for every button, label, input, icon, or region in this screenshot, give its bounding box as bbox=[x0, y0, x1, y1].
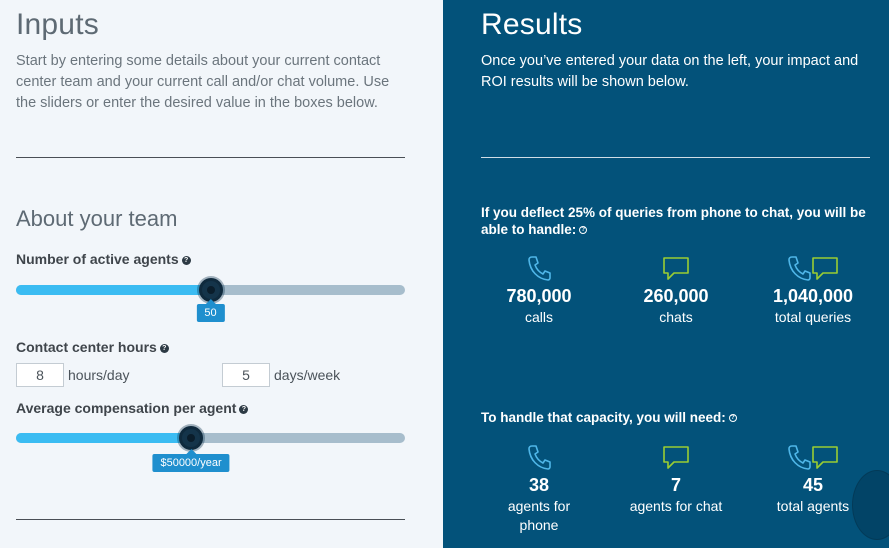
results-intro: Once you’ve entered your data on the lef… bbox=[481, 53, 859, 90]
total-queries-stat: 1,040,000 total queries bbox=[748, 254, 878, 327]
results-title: Results bbox=[481, 8, 583, 41]
divider bbox=[481, 157, 870, 158]
hours-per-day-input[interactable] bbox=[16, 363, 64, 387]
total-queries-caption: total queries bbox=[774, 309, 852, 325]
agents-slider-fill bbox=[16, 285, 211, 295]
chat-agents-caption: agents for chat bbox=[629, 498, 723, 514]
inputs-panel: Inputs Start by entering some details ab… bbox=[0, 0, 443, 548]
inputs-title: Inputs bbox=[16, 8, 99, 41]
compensation-label-text: Average compensation per agent bbox=[16, 400, 237, 416]
compensation-slider-handle[interactable] bbox=[179, 426, 204, 450]
help-icon[interactable]: ? bbox=[239, 404, 249, 414]
chat-agents-value: 7 bbox=[670, 475, 681, 495]
divider bbox=[16, 519, 405, 520]
phone-chat-icon bbox=[748, 254, 878, 282]
agents-value-tooltip: 50 bbox=[196, 299, 225, 322]
info-icon[interactable]: ? bbox=[579, 226, 588, 235]
compensation-slider-fill bbox=[16, 433, 192, 443]
calls-stat: 780,000 calls bbox=[474, 254, 604, 327]
chats-caption: chats bbox=[659, 309, 693, 325]
hours-label: Contact center hours? bbox=[16, 339, 169, 355]
compensation-value-tooltip: $50000/year bbox=[152, 449, 230, 472]
phone-icon bbox=[474, 443, 604, 471]
agents-slider[interactable] bbox=[16, 278, 405, 302]
chats-stat: 260,000 chats bbox=[611, 254, 741, 327]
phone-agents-caption: agents for phone bbox=[507, 498, 571, 533]
hours-per-day-unit: hours/day bbox=[68, 367, 130, 383]
agents-label: Number of active agents? bbox=[16, 251, 191, 267]
phone-icon bbox=[474, 254, 604, 282]
help-icon[interactable]: ? bbox=[181, 255, 191, 265]
calls-caption: calls bbox=[524, 309, 553, 325]
agents-label-text: Number of active agents bbox=[16, 251, 179, 267]
info-icon[interactable]: ? bbox=[728, 414, 737, 423]
days-per-week-unit: days/week bbox=[274, 367, 341, 383]
chat-icon bbox=[611, 254, 741, 282]
help-icon[interactable]: ? bbox=[159, 343, 169, 353]
phone-agents-value: 38 bbox=[528, 475, 550, 495]
about-team-heading: About your team bbox=[16, 206, 178, 231]
chat-agents-stat: 7 agents for chat bbox=[611, 443, 741, 516]
calls-value: 780,000 bbox=[506, 286, 572, 306]
results-panel: Results Once you’ve entered your data on… bbox=[443, 0, 889, 548]
phone-agents-stat: 38 agents for phone bbox=[474, 443, 604, 535]
compensation-label: Average compensation per agent? bbox=[16, 400, 249, 416]
capacity-heading-text: If you deflect 25% of queries from phone… bbox=[481, 205, 866, 237]
chats-value: 260,000 bbox=[643, 286, 709, 306]
total-queries-value: 1,040,000 bbox=[772, 286, 854, 306]
inputs-intro: Start by entering some details about you… bbox=[16, 53, 390, 111]
days-per-week-input[interactable] bbox=[222, 363, 270, 387]
capacity-heading: If you deflect 25% of queries from phone… bbox=[481, 204, 871, 238]
needs-heading: To handle that capacity, you will need:? bbox=[481, 409, 871, 426]
compensation-slider[interactable] bbox=[16, 426, 405, 450]
hours-label-text: Contact center hours bbox=[16, 339, 157, 355]
chat-icon bbox=[611, 443, 741, 471]
phone-chat-icon bbox=[748, 443, 878, 471]
needs-heading-text: To handle that capacity, you will need: bbox=[481, 410, 726, 425]
divider bbox=[16, 157, 405, 158]
